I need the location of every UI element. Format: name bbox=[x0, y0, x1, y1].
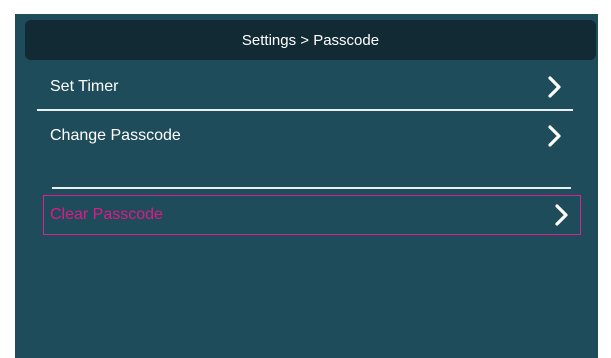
menu-item-label: Change Passcode bbox=[50, 127, 181, 144]
divider bbox=[52, 187, 571, 189]
page-title: Settings > Passcode bbox=[241, 31, 380, 49]
chevron-right-icon bbox=[539, 71, 571, 103]
menu-item-label: Set Timer bbox=[50, 78, 119, 95]
menu-item-set-timer[interactable]: Set Timer bbox=[37, 67, 573, 107]
menu-item-clear-passcode[interactable]: Clear Passcode bbox=[43, 195, 581, 235]
menu-item-change-passcode[interactable]: Change Passcode bbox=[37, 116, 573, 156]
passcode-settings-screen: Settings > Passcode Set Timer Change Pas… bbox=[15, 14, 598, 358]
divider bbox=[37, 109, 573, 111]
chevron-right-icon bbox=[546, 199, 578, 231]
menu-item-label: Clear Passcode bbox=[50, 206, 163, 223]
chevron-right-icon bbox=[539, 120, 571, 152]
title-bar: Settings > Passcode bbox=[25, 20, 596, 60]
